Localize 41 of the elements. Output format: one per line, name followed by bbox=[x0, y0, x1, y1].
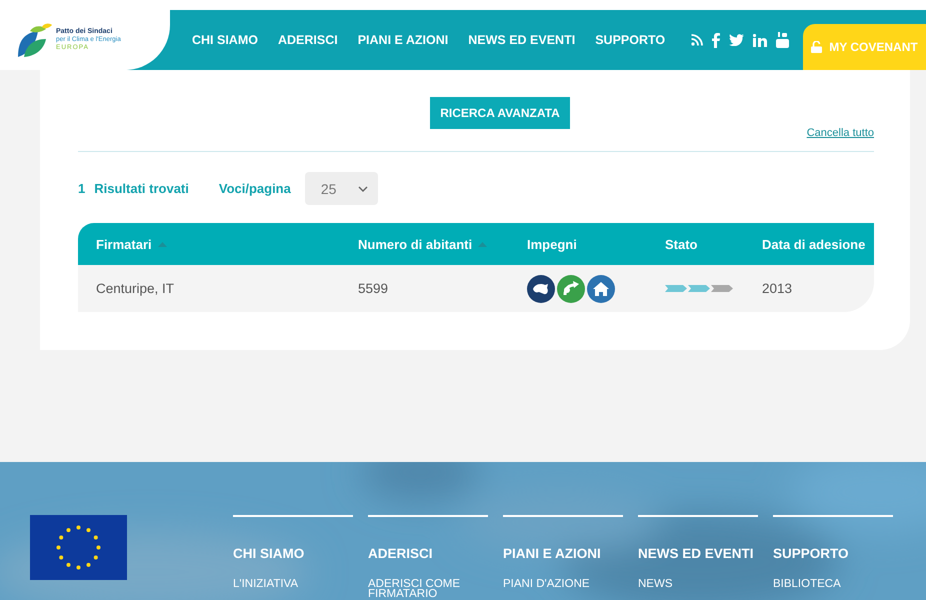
house-icon bbox=[587, 274, 615, 302]
footer-link[interactable]: NEWS bbox=[638, 579, 758, 589]
rss-icon[interactable] bbox=[691, 34, 703, 46]
padlock-icon bbox=[811, 41, 822, 53]
column-header[interactable]: Firmatari bbox=[96, 236, 152, 252]
nav-link[interactable]: CHI SIAMO bbox=[192, 33, 258, 47]
nav-link[interactable]: ADERISCI bbox=[278, 33, 338, 47]
video-icon[interactable] bbox=[776, 32, 789, 48]
results-count: 1 bbox=[78, 181, 86, 196]
results-label: Risultati trovati bbox=[94, 181, 189, 196]
footer-heading[interactable]: NEWS ED EVENTI bbox=[638, 546, 758, 561]
table-cell-text: Centuripe, IT bbox=[96, 281, 176, 296]
per-page-label: Voci/pagina bbox=[218, 181, 291, 196]
column-header[interactable]: Numero di abitanti bbox=[358, 236, 472, 252]
column-header[interactable]: Data di adesione bbox=[762, 236, 866, 252]
nav-link[interactable]: SUPPORTO bbox=[595, 33, 666, 47]
adaptation-icon bbox=[557, 274, 585, 302]
table-cell-text: 5599 bbox=[358, 281, 390, 296]
leaf-logo-icon bbox=[16, 23, 52, 57]
footer-heading[interactable]: SUPPORTO bbox=[773, 546, 893, 561]
column-header[interactable]: Impegni bbox=[527, 236, 577, 252]
nav-link[interactable]: PIANI E AZIONI bbox=[358, 33, 448, 47]
column-header[interactable]: Stato bbox=[665, 236, 698, 252]
footer-heading[interactable]: ADERISCI bbox=[368, 546, 488, 561]
footer-link[interactable]: L'INIZIATIVA bbox=[233, 579, 353, 589]
eu-flag-icon bbox=[30, 515, 127, 580]
advanced-search-button[interactable]: RICERCA AVANZATA bbox=[430, 97, 570, 129]
footer-link[interactable]: ADERISCI COME FIRMATARIO bbox=[368, 579, 488, 599]
footer-heading[interactable]: PIANI E AZIONI bbox=[503, 546, 623, 561]
footer-link[interactable]: PIANI D'AZIONE bbox=[503, 579, 623, 589]
linkedin-icon[interactable] bbox=[753, 34, 767, 46]
footer-heading[interactable]: CHI SIAMO bbox=[233, 546, 353, 561]
table-cell-text: 2013 bbox=[762, 281, 794, 296]
bird-icon[interactable] bbox=[729, 34, 744, 46]
clear-all-link[interactable]: Cancella tutto bbox=[806, 127, 874, 139]
facebook-icon[interactable] bbox=[712, 32, 720, 48]
footer-link[interactable]: BIBLIOTECA bbox=[773, 579, 893, 589]
per-page-select[interactable]: 25 bbox=[304, 172, 378, 205]
chevron-down-icon[interactable] bbox=[358, 186, 368, 192]
mitigation-icon bbox=[527, 274, 555, 302]
nav-link[interactable]: NEWS ED EVENTI bbox=[468, 33, 576, 47]
